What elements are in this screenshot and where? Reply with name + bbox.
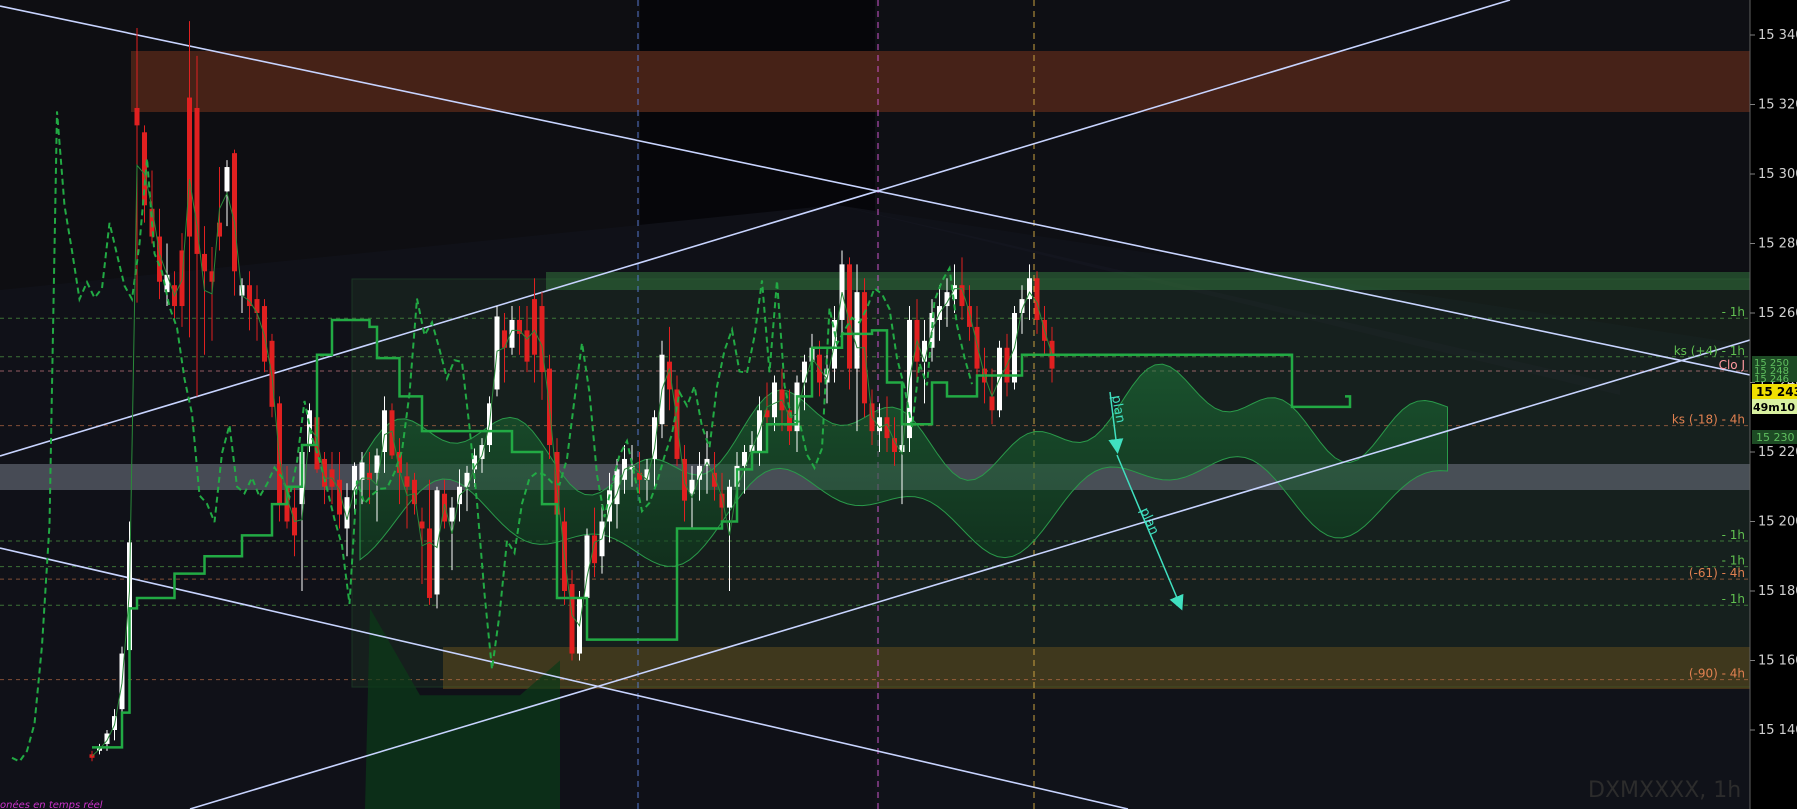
small-tag-3: 15 246 bbox=[1754, 374, 1789, 385]
small-tag-4: 15 230 bbox=[1756, 431, 1795, 444]
level-label: (-61) - 4h bbox=[1689, 566, 1745, 580]
candle-body bbox=[427, 528, 432, 598]
candle-body bbox=[224, 167, 230, 192]
price-tick-label: 15 200 bbox=[1758, 515, 1797, 530]
candle-body bbox=[232, 153, 237, 272]
candle-body bbox=[967, 306, 972, 327]
candle-body bbox=[134, 107, 140, 126]
candle-body bbox=[727, 486, 732, 508]
candle-body bbox=[532, 299, 537, 355]
candle-body bbox=[1034, 278, 1040, 320]
price-tick-label: 15 320 bbox=[1758, 98, 1797, 113]
price-tick-label: 15 260 bbox=[1758, 306, 1797, 321]
current-price-tag: 15 243 49m10 bbox=[1752, 384, 1797, 414]
level-label: - 1h bbox=[1722, 528, 1745, 542]
realtime-note: onées en temps réel bbox=[0, 799, 103, 809]
candle-body bbox=[569, 584, 575, 654]
candle-body bbox=[202, 253, 207, 272]
candle-body bbox=[412, 479, 417, 505]
candle-body bbox=[989, 396, 995, 411]
price-tick-label: 15 340 bbox=[1758, 28, 1797, 43]
candle-body bbox=[404, 476, 410, 487]
candle-body bbox=[194, 107, 200, 254]
candle-body bbox=[434, 490, 440, 595]
price-tick-label: 15 160 bbox=[1758, 654, 1797, 669]
candle-body bbox=[667, 361, 672, 390]
candle-body bbox=[359, 462, 365, 480]
candle-body bbox=[524, 330, 530, 362]
price-tick-label: 15 280 bbox=[1758, 237, 1797, 252]
candle-body bbox=[442, 493, 447, 522]
candle-body bbox=[974, 326, 980, 369]
resistance-zone bbox=[131, 51, 1750, 112]
current-price-value: 15 243 bbox=[1756, 385, 1797, 399]
price-chart[interactable]: plan plan 15 14015 16015 18015 20015 220… bbox=[0, 0, 1797, 809]
candle-body bbox=[877, 417, 882, 432]
candle-body bbox=[262, 306, 267, 362]
candle-body bbox=[502, 330, 507, 348]
price-tick-label: 15 140 bbox=[1758, 723, 1797, 738]
candle-body bbox=[854, 292, 860, 369]
level-label: (-90) - 4h bbox=[1689, 667, 1745, 681]
candle-body bbox=[772, 382, 777, 418]
candle-body bbox=[922, 340, 927, 362]
candle-body bbox=[449, 507, 455, 522]
level-label: - 1h bbox=[1722, 592, 1745, 606]
level-label: - 1h bbox=[1722, 305, 1745, 319]
green-top-band bbox=[546, 272, 1750, 290]
candle-body bbox=[802, 361, 807, 383]
level-label: ks (+4) - 1h bbox=[1674, 344, 1745, 358]
candle-body bbox=[419, 521, 425, 529]
price-tick-label: 15 220 bbox=[1758, 445, 1797, 460]
bar-countdown: 49m10 bbox=[1753, 401, 1795, 414]
candle-body bbox=[322, 458, 327, 487]
price-tick-label: 15 180 bbox=[1758, 584, 1797, 599]
symbol-watermark: DXMXXXX, 1h bbox=[1588, 778, 1741, 803]
level-label: ks (-18) - 4h bbox=[1672, 413, 1745, 427]
price-tick-label: 15 300 bbox=[1758, 167, 1797, 182]
candle-body bbox=[187, 97, 192, 237]
level-label: Clo J bbox=[1719, 358, 1745, 372]
candle-body bbox=[367, 472, 372, 480]
